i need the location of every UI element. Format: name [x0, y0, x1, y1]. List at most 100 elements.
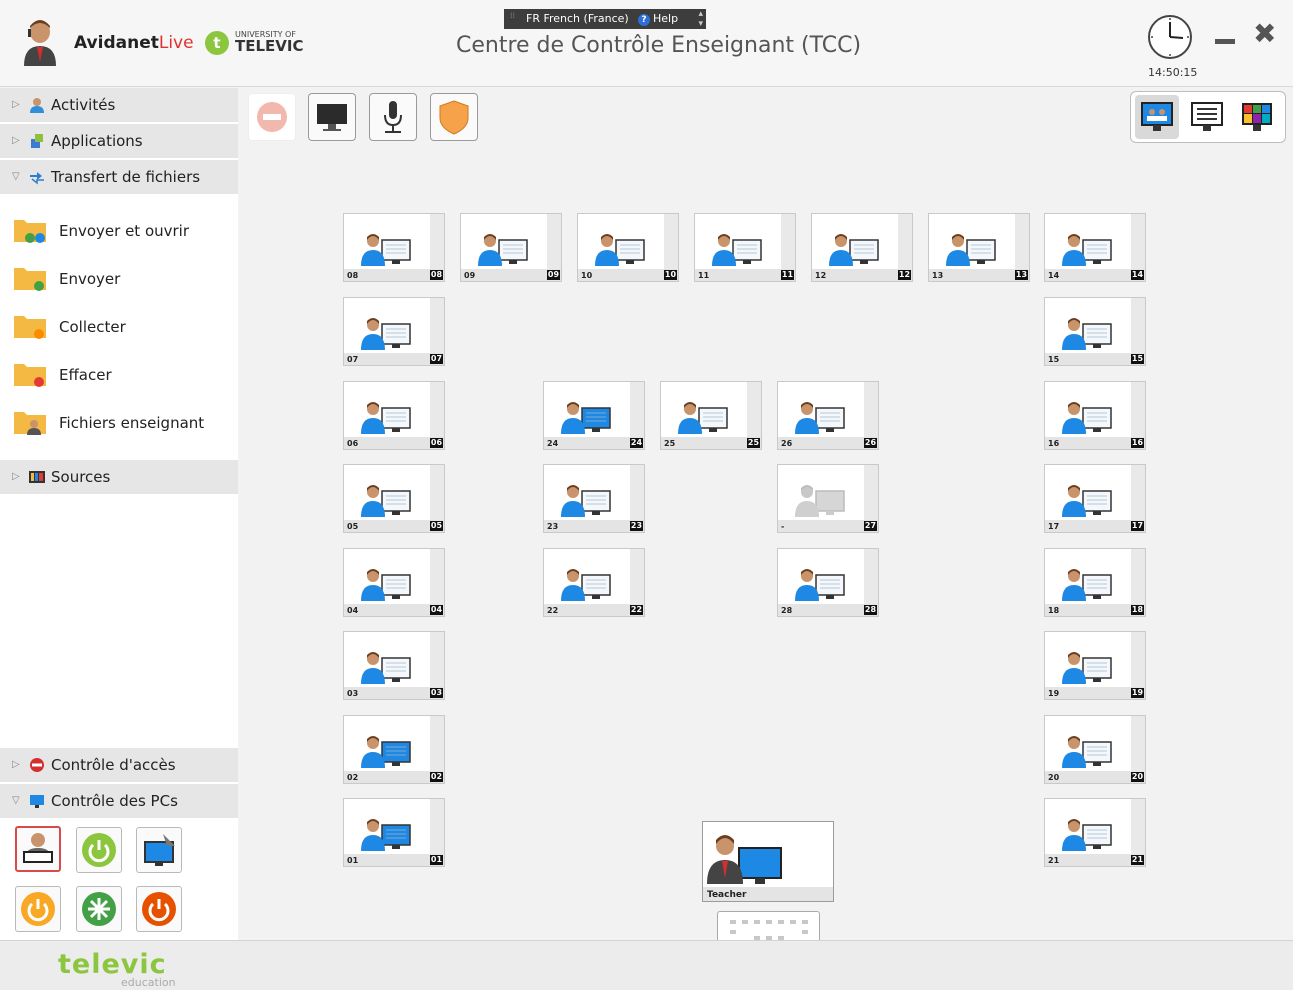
screen-button[interactable] [308, 93, 356, 141]
student-seat[interactable]: 23 23 [543, 464, 645, 533]
list-view-icon [1191, 102, 1223, 131]
restart-button[interactable] [76, 886, 122, 932]
seat-number-badge: 11 [781, 270, 794, 280]
student-pc-icon [1062, 402, 1112, 434]
envoyer-et-ouvrir-item[interactable]: Envoyer et ouvrir [12, 212, 232, 252]
block-button[interactable] [248, 93, 296, 141]
student-pc-icon [795, 485, 845, 517]
seat-name-label: 06 [347, 439, 359, 448]
seat-name-label: 03 [347, 689, 359, 698]
section-transfert-fichiers[interactable]: ▽ Transfert de fichiers [0, 160, 238, 195]
student-seat[interactable]: 02 02 [343, 715, 445, 784]
thumbnail-view-button[interactable] [1235, 95, 1279, 139]
student-seat[interactable]: 11 11 [694, 213, 796, 282]
sources-icon [29, 471, 45, 483]
student-pc-icon [1062, 736, 1112, 768]
student-seat[interactable]: 17 17 [1044, 464, 1146, 533]
applications-icon [31, 134, 43, 148]
section-controle-acces[interactable]: ▷ Contrôle d'accès [0, 748, 238, 783]
language-bar[interactable]: ⁞⁞ FR French (France) ? Help ▴ ▾ [504, 9, 706, 29]
student-seat[interactable]: 08 08 [343, 213, 445, 282]
seat-number-badge: 05 [430, 521, 443, 531]
seat-number-badge: 17 [1131, 521, 1144, 531]
section-sources[interactable]: ▷ Sources [0, 460, 238, 495]
seat-name-label: 15 [1048, 355, 1060, 364]
seat-label-bar [1045, 604, 1145, 616]
student-seat[interactable]: 03 03 [343, 631, 445, 700]
student-pc-icon [595, 234, 645, 266]
envoyer-item[interactable]: Envoyer [12, 260, 232, 300]
student-pc-icon [478, 234, 528, 266]
help-button[interactable]: ? Help [638, 9, 678, 29]
seat-name-label: - [781, 522, 785, 531]
app-header: AvidanetLive t UNIVERSITY OF TELEVIC ⁞⁞ F… [0, 0, 1293, 87]
student-pc-icon [561, 485, 611, 517]
seat-number-badge: 19 [1131, 688, 1144, 698]
student-seat[interactable]: 21 21 [1044, 798, 1146, 867]
student-seat[interactable]: 05 05 [343, 464, 445, 533]
student-seat[interactable]: 01 01 [343, 798, 445, 867]
seat-number-badge: 10 [664, 270, 677, 280]
student-seat[interactable]: 22 22 [543, 548, 645, 617]
seat-label-bar [544, 520, 644, 532]
student-seat[interactable]: 06 06 [343, 381, 445, 450]
section-controle-pcs[interactable]: ▽ Contrôle des PCs [0, 784, 238, 819]
microphone-button[interactable] [369, 93, 417, 141]
student-seat[interactable]: 09 09 [460, 213, 562, 282]
student-seat[interactable]: 12 12 [811, 213, 913, 282]
collapsed-arrow-icon: ▷ [12, 471, 20, 482]
seat-name-label: 22 [547, 606, 559, 615]
classroom-view-button[interactable] [1135, 95, 1179, 139]
seat-number-badge: 12 [898, 270, 911, 280]
student-seat[interactable]: 10 10 [577, 213, 679, 282]
student-seat[interactable]: 20 20 [1044, 715, 1146, 784]
student-seat[interactable]: 16 16 [1044, 381, 1146, 450]
student-seat[interactable]: 25 25 [660, 381, 762, 450]
televic-logo-sub: education [121, 976, 176, 989]
close-button[interactable]: ✖ [1253, 20, 1276, 48]
seat-label-bar [344, 437, 444, 449]
seat-label-bar [1045, 854, 1145, 866]
student-seat[interactable]: 15 15 [1044, 297, 1146, 366]
student-seat[interactable]: 18 18 [1044, 548, 1146, 617]
fichiers-enseignant-item[interactable]: Fichiers enseignant [12, 404, 232, 444]
seat-number-badge: 06 [430, 438, 443, 448]
power-on-icon [82, 833, 116, 867]
teacher-avatar-icon [24, 20, 56, 66]
expand-icon[interactable]: ▴ ▾ [698, 9, 703, 29]
seat-number-badge: 16 [1131, 438, 1144, 448]
power-on-button[interactable] [76, 827, 122, 873]
seat-label-bar [1045, 353, 1145, 365]
student-seat[interactable]: 14 14 [1044, 213, 1146, 282]
student-seat[interactable]: 07 07 [343, 297, 445, 366]
shutdown-button[interactable] [136, 886, 182, 932]
student-seat[interactable]: 28 28 [777, 548, 879, 617]
student-pc-icon [1062, 485, 1112, 517]
collecter-item[interactable]: Collecter [12, 308, 232, 348]
list-view-button[interactable] [1185, 95, 1229, 139]
teacher-seat[interactable]: Teacher [702, 821, 834, 902]
seat-label-bar [778, 604, 878, 616]
grip-icon[interactable]: ⁞⁞ [510, 12, 518, 25]
seat-label-bar [461, 269, 561, 281]
remote-pc-button[interactable] [136, 827, 182, 873]
student-seat[interactable]: 26 26 [777, 381, 879, 450]
security-button[interactable] [430, 93, 478, 141]
student-pc-icon [361, 736, 411, 768]
student-seat[interactable]: 19 19 [1044, 631, 1146, 700]
seat-label-bar [778, 437, 878, 449]
login-pc-button[interactable] [15, 826, 61, 872]
student-seat[interactable]: 13 13 [928, 213, 1030, 282]
seat-label-bar [1045, 687, 1145, 699]
section-applications[interactable]: ▷ Applications [0, 124, 238, 159]
language-selector[interactable]: FR French (France) [526, 9, 629, 29]
student-pc-icon [1062, 819, 1112, 851]
student-seat[interactable]: 24 24 [543, 381, 645, 450]
effacer-item[interactable]: Effacer [12, 356, 232, 396]
student-seat[interactable]: 04 04 [343, 548, 445, 617]
student-seat[interactable]: - 27 [777, 464, 879, 533]
section-activites[interactable]: ▷ Activités [0, 88, 238, 123]
folder-collect-icon [14, 316, 46, 339]
minimize-button[interactable] [1215, 39, 1235, 44]
standby-button[interactable] [15, 886, 61, 932]
